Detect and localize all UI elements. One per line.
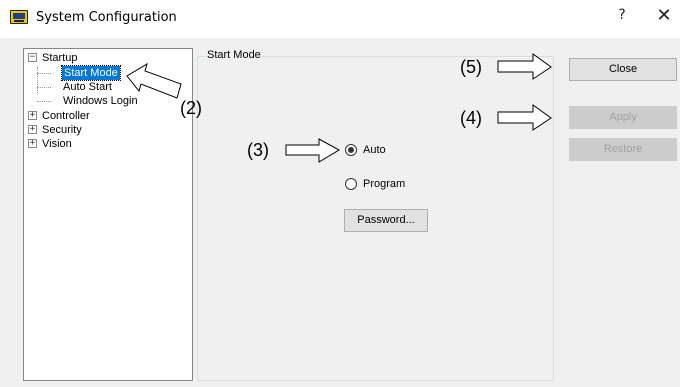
system-configuration-icon	[10, 10, 28, 24]
window-title: System Configuration	[36, 10, 177, 25]
password-button[interactable]: Password...	[344, 209, 428, 232]
callout-2-arrow	[126, 62, 182, 99]
tree-item-controller[interactable]: Controller	[42, 109, 90, 123]
collapse-startup-icon[interactable]: −	[28, 53, 37, 62]
system-configuration-window: System Configuration ? ✕ − Startup Start…	[0, 0, 680, 387]
callout-5-label: (5)	[460, 57, 482, 77]
tree-item-auto-start[interactable]: Auto Start	[63, 80, 112, 94]
auto-radio-label[interactable]: Auto	[363, 143, 386, 157]
tree-item-security[interactable]: Security	[42, 123, 82, 137]
start-mode-group-label: Start Mode	[205, 48, 263, 62]
help-button[interactable]: ?	[616, 7, 628, 23]
callout-4-label: (4)	[460, 108, 482, 128]
callout-5-arrow	[497, 53, 552, 80]
close-window-button[interactable]: ✕	[655, 5, 673, 26]
expand-vision-icon[interactable]: +	[28, 139, 37, 148]
tree-item-vision[interactable]: Vision	[42, 137, 72, 151]
expand-security-icon[interactable]: +	[28, 125, 37, 134]
program-radio-label[interactable]: Program	[363, 177, 405, 191]
tree-item-start-mode[interactable]: Start Mode	[61, 65, 121, 81]
callout-3-label: (3)	[247, 140, 269, 160]
tree-item-startup[interactable]: Startup	[42, 51, 77, 65]
apply-button[interactable]: Apply	[569, 106, 677, 129]
auto-radio[interactable]	[345, 144, 357, 156]
callout-4-arrow	[497, 104, 552, 131]
close-button[interactable]: Close	[569, 58, 677, 81]
callout-3-arrow	[285, 138, 341, 163]
program-radio[interactable]	[345, 178, 357, 190]
expand-controller-icon[interactable]: +	[28, 111, 37, 120]
title-bar: System Configuration ? ✕	[0, 0, 680, 38]
restore-button[interactable]: Restore	[569, 138, 677, 161]
